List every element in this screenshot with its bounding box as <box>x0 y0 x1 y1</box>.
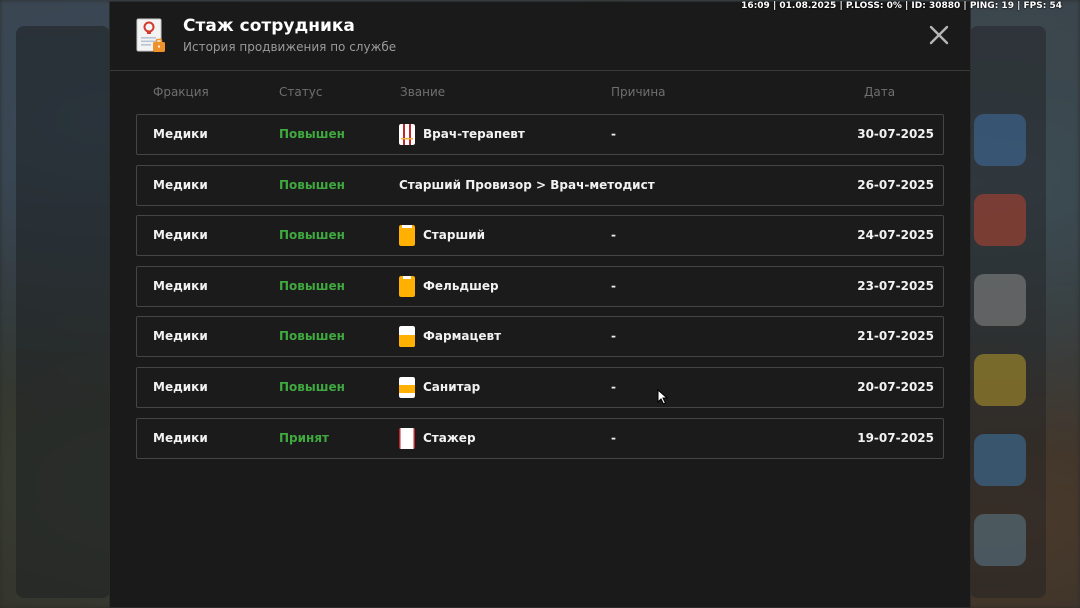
background-app-icon <box>974 194 1026 246</box>
faction-cell: Медики <box>153 329 208 343</box>
background-app-icon <box>974 434 1026 486</box>
rank-coat-icon <box>399 124 415 145</box>
hud-status-line: 16:09 | 01.08.2025 | P.LOSS: 0% | ID: 30… <box>741 1 1062 11</box>
modal-header: Стаж сотрудника История продвижения по с… <box>110 2 970 71</box>
table-row: Медики Повышен Санитар - 20-07-2025 <box>136 367 944 408</box>
rank-coat-icon <box>399 276 415 297</box>
background-app-icon <box>974 274 1026 326</box>
reason-cell: - <box>611 228 616 242</box>
rank-cell: Фармацевт <box>423 329 502 343</box>
table-row: Медики Повышен Старший - 24-07-2025 <box>136 215 944 256</box>
rank-coat-icon <box>399 326 415 347</box>
rank-cell: Санитар <box>423 380 481 394</box>
employee-seniority-modal: Стаж сотрудника История продвижения по с… <box>109 1 971 608</box>
rank-coat-icon <box>399 225 415 246</box>
reason-cell: - <box>611 431 616 445</box>
background-left-menu <box>16 26 110 598</box>
document-icon <box>136 18 165 52</box>
date-cell: 30-07-2025 <box>857 127 934 141</box>
faction-cell: Медики <box>153 380 208 394</box>
reason-cell: - <box>611 279 616 293</box>
rank-coat-icon <box>399 428 415 449</box>
table-row: Медики Повышен Фельдшер - 23-07-2025 <box>136 266 944 307</box>
table-row: Медики Повышен Старший Провизор > Врач-м… <box>136 165 944 206</box>
rank-cell: Старший <box>423 228 486 242</box>
table-row: Медики Повышен Врач-терапевт - 30-07-202… <box>136 114 944 155</box>
rank-coat-icon <box>399 377 415 398</box>
date-cell: 21-07-2025 <box>857 329 934 343</box>
reason-cell: - <box>611 329 616 343</box>
status-cell: Повышен <box>279 380 345 394</box>
status-cell: Повышен <box>279 228 345 242</box>
close-icon[interactable] <box>928 24 950 46</box>
date-cell: 19-07-2025 <box>857 431 934 445</box>
rank-cell: Старший Провизор > Врач-методист <box>399 178 655 192</box>
faction-cell: Медики <box>153 228 208 242</box>
rank-cell: Стажер <box>423 431 476 445</box>
faction-cell: Медики <box>153 431 208 445</box>
reason-cell: - <box>611 127 616 141</box>
status-cell: Принят <box>279 431 329 445</box>
column-header-status: Статус <box>279 85 323 99</box>
background-app-icon <box>974 354 1026 406</box>
table-row: Медики Повышен Фармацевт - 21-07-2025 <box>136 316 944 357</box>
faction-cell: Медики <box>153 127 208 141</box>
column-header-faction: Фракция <box>153 85 209 99</box>
date-cell: 24-07-2025 <box>857 228 934 242</box>
mouse-cursor-icon <box>657 389 669 405</box>
modal-title: Стаж сотрудника <box>183 16 355 36</box>
column-header-rank: Звание <box>400 85 446 99</box>
column-header-reason: Причина <box>611 85 666 99</box>
modal-subtitle: История продвижения по службе <box>183 40 397 54</box>
status-cell: Повышен <box>279 329 345 343</box>
column-header-date: Дата <box>864 85 896 99</box>
rank-cell: Фельдшер <box>423 279 499 293</box>
date-cell: 26-07-2025 <box>857 178 934 192</box>
table-header: Фракция Статус Звание Причина Дата <box>110 85 970 101</box>
status-cell: Повышен <box>279 127 345 141</box>
background-app-icon <box>974 114 1026 166</box>
reason-cell: - <box>611 380 616 394</box>
date-cell: 20-07-2025 <box>857 380 934 394</box>
status-cell: Повышен <box>279 279 345 293</box>
faction-cell: Медики <box>153 178 208 192</box>
date-cell: 23-07-2025 <box>857 279 934 293</box>
status-cell: Повышен <box>279 178 345 192</box>
rank-cell: Врач-терапевт <box>423 127 525 141</box>
faction-cell: Медики <box>153 279 208 293</box>
table-row: Медики Принят Стажер - 19-07-2025 <box>136 418 944 459</box>
background-app-icon <box>974 514 1026 566</box>
